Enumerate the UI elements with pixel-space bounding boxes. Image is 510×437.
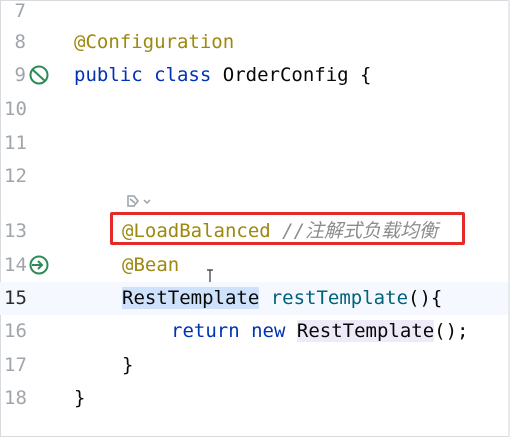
brace: { [360,64,372,86]
code-line-current[interactable]: 15 RestTemplate restTemplate(){ [0,282,510,315]
method-declaration[interactable]: RestTemplate restTemplate(){ [122,282,442,315]
keyword: return [171,320,240,342]
line-number: 7 [14,0,26,22]
class-declaration[interactable]: public class OrderConfig { [74,59,372,92]
annotation-token[interactable]: @Bean [122,249,179,282]
line-number: 14 [4,254,27,276]
keyword: new [251,320,286,342]
keyword: public [74,64,143,86]
method-name: restTemplate [270,287,409,309]
line-number: 13 [4,220,27,242]
annotation-token[interactable]: @Configuration [74,26,234,59]
line-number: 10 [4,98,27,120]
selected-type[interactable]: RestTemplate [122,287,260,309]
code-line[interactable]: 12 [0,160,510,193]
type-reference: RestTemplate [296,320,435,342]
spring-bean-config-icon[interactable] [28,64,50,86]
code-line[interactable]: 9 public class OrderConfig { [0,59,510,92]
code-line[interactable]: 18 } [0,382,510,415]
brace: } [74,387,86,409]
line-number: 12 [4,165,27,187]
punctuation: (); [434,320,469,342]
return-statement[interactable]: return new RestTemplate(); [171,315,468,348]
line-number: 15 [4,287,27,309]
spring-bean-icon[interactable] [28,254,50,276]
intention-bulb-icon[interactable] [124,192,154,210]
class-name: OrderConfig [222,64,349,86]
code-line[interactable]: 8 @Configuration [0,26,510,59]
code-line[interactable]: 7 [0,0,510,28]
code-line[interactable]: 16 return new RestTemplate(); [0,315,510,348]
line-number: 9 [14,64,26,86]
line-number: 8 [14,31,26,53]
line-number: 11 [4,132,27,154]
highlight-box [110,212,465,245]
keyword: class [154,64,212,86]
line-number: 18 [4,387,27,409]
code-line[interactable]: 10 [0,93,510,126]
punctuation: (){ [408,287,443,309]
line-number: 17 [4,354,27,376]
line-number: 16 [4,320,27,342]
code-line[interactable]: 17 } [0,349,510,382]
code-line[interactable]: 14 @Bean [0,249,510,282]
brace: } [122,354,134,376]
code-line[interactable]: 11 [0,127,510,160]
